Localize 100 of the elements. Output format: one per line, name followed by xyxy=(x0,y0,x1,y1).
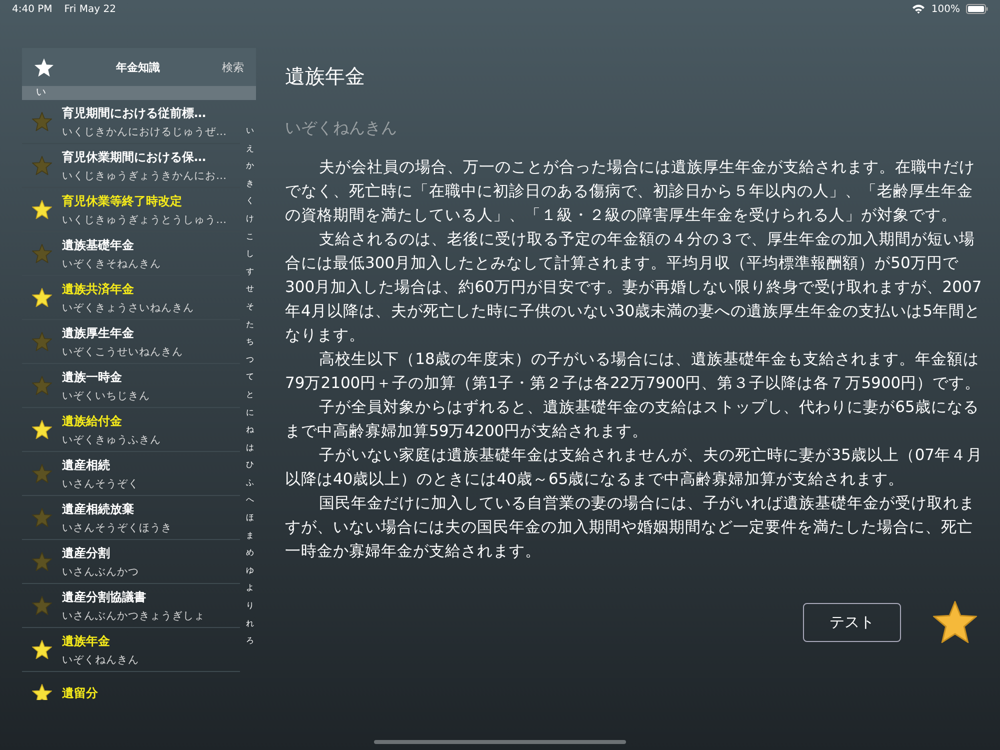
list-item[interactable]: 遺族厚生年金 いぞくこうせいねんきん xyxy=(22,320,240,364)
index-letter[interactable]: ろ xyxy=(246,632,254,650)
item-reading: いぞくきそねんきん xyxy=(62,256,161,270)
index-letter[interactable]: か xyxy=(246,157,254,175)
section-header: い xyxy=(22,86,256,100)
list-item[interactable]: 育児休業期間における保… いくじきゅうぎょうきかんにお… xyxy=(22,144,240,188)
index-letter[interactable]: ふ xyxy=(246,474,254,492)
star-icon[interactable] xyxy=(32,244,52,263)
star-icon[interactable] xyxy=(32,684,52,700)
index-letter[interactable]: り xyxy=(246,597,254,615)
star-icon[interactable] xyxy=(32,640,52,659)
item-title: 育児休業期間における保… xyxy=(62,148,207,166)
item-title: 遺族年金 xyxy=(62,632,111,650)
index-letter[interactable]: に xyxy=(246,404,254,422)
index-letter[interactable]: ね xyxy=(246,421,254,439)
star-icon[interactable] xyxy=(32,552,52,571)
index-letter[interactable]: き xyxy=(246,174,254,192)
index-letter[interactable]: ま xyxy=(246,526,254,544)
star-icon[interactable] xyxy=(34,58,54,76)
status-date: Fri May 22 xyxy=(64,4,116,14)
index-letter[interactable]: ゆ xyxy=(246,562,254,580)
battery-icon xyxy=(966,4,988,14)
item-title: 遺族共済年金 xyxy=(62,280,135,298)
wifi-icon xyxy=(912,4,926,14)
star-icon[interactable] xyxy=(32,332,52,351)
item-title: 遺族給付金 xyxy=(62,412,123,430)
index-letter[interactable]: ほ xyxy=(246,509,254,527)
battery-percent: 100% xyxy=(931,4,960,14)
index-letter[interactable]: え xyxy=(246,140,254,158)
index-letter[interactable]: い xyxy=(246,122,254,140)
sidebar-title: 年金知識 xyxy=(114,60,161,74)
article-reading: いぞくねんきん xyxy=(285,118,398,139)
star-icon[interactable] xyxy=(32,156,52,175)
index-letter[interactable]: ち xyxy=(246,333,254,351)
item-title: 遺族一時金 xyxy=(62,368,123,386)
item-title: 育児期間における従前標… xyxy=(62,104,207,122)
list-item[interactable]: 遺産分割 いさんぶんかつ xyxy=(22,540,240,584)
item-reading: いくじきゅうぎょうきかんにお… xyxy=(62,168,226,182)
article-paragraph: 国民年金だけに加入している自営業の妻の場合には、子がいれば遺族基礎年金が受け取れますが、いない場合には夫の国民年金の加入期間や婚姻期間など一定要件を満たした場合に、死亡一時金か寡婦年金が支給されます。 xyxy=(285,493,976,562)
list-item[interactable]: 育児休業等終了時改定 いくじきゅうぎょうとうしゅう… xyxy=(22,188,240,232)
article-paragraph: 支給されるのは、老後に受け取る予定の年金額の４分の３で、厚生年金の加入期間が短い場合には最低300月加入したとみなして計算されます。平均月収（平均標準報酬額）が50万円で300月加入した場合は、約60万円が目安です。妻が再婚しない限り終身で受け取れますが、2007年4月以降は、夫が死亡した時に子供のいない30歳未満の妻への遺族厚生年金の支払いは5年間となります。 xyxy=(285,229,983,346)
item-reading: いぞくきゅうふきん xyxy=(62,432,161,446)
star-icon[interactable] xyxy=(933,601,977,643)
index-letter[interactable]: れ xyxy=(246,614,254,632)
article-paragraph: 子が全員対象からはずれると、遺族基礎年金の支給はストップし、代わりに妻が65歳になるまで中高齢寡婦加算59万4200円が支給されます。 xyxy=(285,397,980,442)
star-icon[interactable] xyxy=(32,596,52,615)
list-item[interactable]: 遺族基礎年金 いぞくきそねんきん xyxy=(22,232,240,276)
item-reading: いさんぶんかつきょうぎしょ xyxy=(62,608,205,622)
item-reading: いぞくいちじきん xyxy=(62,388,150,402)
index-letter[interactable]: と xyxy=(246,386,254,404)
item-title: 遺産分割協議書 xyxy=(62,588,147,606)
list-item[interactable]: 遺族年金 いぞくねんきん xyxy=(22,628,240,672)
item-reading: いぞくねんきん xyxy=(62,652,139,666)
index-letter[interactable]: し xyxy=(246,245,254,263)
index-letter[interactable]: へ xyxy=(246,491,254,510)
item-reading: いくじきかんにおけるじゅうぜ… xyxy=(62,124,226,138)
list-item[interactable]: 育児期間における従前標… いくじきかんにおけるじゅうぜ… xyxy=(22,100,240,144)
list-item[interactable]: 遺留分 xyxy=(22,672,240,700)
star-icon[interactable] xyxy=(32,420,52,439)
item-title: 遺族基礎年金 xyxy=(62,236,135,254)
article-paragraph: 高校生以下（18歳の年度末）の子がいる場合には、遺族基礎年金も支給されます。年金額は79万2100円＋子の加算（第1子・第２子は各22万7900円、第３子以降は各７万5900円）です。 xyxy=(285,349,982,394)
index-letter[interactable]: そ xyxy=(246,298,254,316)
star-icon[interactable] xyxy=(32,508,52,527)
item-reading: いさんぶんかつ xyxy=(62,564,139,578)
index-letter[interactable]: け xyxy=(246,210,254,228)
article-paragraph: 夫が会社員の場合、万一のことが合った場合には遺族厚生年金が支給されます。在職中だけでなく、死亡時に「在職中に初診日のある傷病で、初診日から５年以内の人」、「老齢厚生年金の資格期間を満たしている人」、「１級・２級の障害厚生年金を受けられる人」が対象です。 xyxy=(285,157,976,226)
list-item[interactable]: 遺族給付金 いぞくきゅうふきん xyxy=(22,408,240,452)
list-item[interactable]: 遺産相続 いさんそうぞく xyxy=(22,452,240,496)
list-item[interactable]: 遺族一時金 いぞくいちじきん xyxy=(22,364,240,408)
index-letter[interactable]: よ xyxy=(246,579,254,598)
index-letter[interactable]: こ xyxy=(246,228,254,246)
star-icon[interactable] xyxy=(32,200,52,219)
list-item[interactable]: 遺産相続放棄 いさんそうぞくほうき xyxy=(22,496,240,540)
index-letter[interactable]: せ xyxy=(246,280,254,298)
index-letter[interactable]: た xyxy=(246,316,254,334)
item-title: 遺産相続放棄 xyxy=(62,500,135,518)
article-title: 遺族年金 xyxy=(285,63,366,90)
item-title: 育児休業等終了時改定 xyxy=(62,192,183,210)
item-reading: いぞくこうせいねんきん xyxy=(62,344,183,358)
item-title: 遺留分 xyxy=(62,685,98,700)
index-letter[interactable]: ひ xyxy=(246,456,254,474)
index-letter[interactable]: め xyxy=(246,544,254,562)
star-icon[interactable] xyxy=(32,288,52,307)
star-icon[interactable] xyxy=(32,376,52,395)
item-title: 遺産分割 xyxy=(62,544,111,562)
list-item[interactable]: 遺族共済年金 いぞくきょうさいねんきん xyxy=(22,276,240,320)
star-icon[interactable] xyxy=(32,112,52,131)
index-letter[interactable]: つ xyxy=(246,350,254,368)
item-title: 遺産相続 xyxy=(62,456,111,474)
index-letter[interactable]: く xyxy=(246,192,254,210)
index-letter[interactable]: て xyxy=(246,368,254,386)
item-reading: いさんそうぞくほうき xyxy=(62,520,172,534)
item-reading: いさんそうぞく xyxy=(62,476,139,490)
index-letter[interactable]: す xyxy=(246,262,254,280)
article-paragraph: 子がいない家庭は遺族基礎年金は支給されませんが、夫の死亡時に妻が35歳以上（07年４月以降は40歳以上）のときには40歳～65歳になるまで中高齢寡婦加算が支給されます。 xyxy=(285,445,984,490)
search-button[interactable]: 検索 xyxy=(222,60,244,74)
list-item[interactable]: 遺産分割協議書 いさんぶんかつきょうぎしょ xyxy=(22,584,240,628)
test-button[interactable]: テスト xyxy=(803,602,901,642)
star-icon[interactable] xyxy=(32,464,52,483)
index-letter[interactable]: は xyxy=(246,438,254,456)
